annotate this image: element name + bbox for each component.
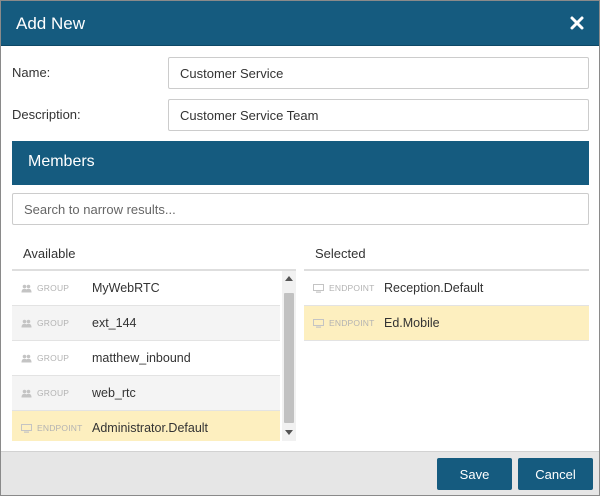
- users-icon: [21, 319, 32, 328]
- close-icon[interactable]: [567, 13, 587, 33]
- add-new-dialog: Add New Name: Description: Members Avail…: [0, 0, 600, 496]
- item-name: ext_144: [92, 316, 137, 330]
- scroll-down-arrow-icon[interactable]: [285, 430, 293, 435]
- item-name: web_rtc: [92, 386, 136, 400]
- list-item[interactable]: ENDPOINT Administrator.Default: [12, 411, 280, 441]
- available-list: GROUP MyWebRTC GROUP ext_144 GROUP matth…: [12, 271, 280, 441]
- item-type: ENDPOINT: [329, 283, 375, 293]
- monitor-icon: [313, 284, 324, 293]
- item-name: Reception.Default: [384, 281, 484, 295]
- list-item[interactable]: ENDPOINT Reception.Default: [304, 271, 589, 306]
- list-item[interactable]: GROUP web_rtc: [12, 376, 280, 411]
- save-button[interactable]: Save: [437, 458, 512, 490]
- monitor-icon: [313, 319, 324, 328]
- item-type: GROUP: [37, 353, 70, 363]
- name-row: Name:: [12, 57, 589, 89]
- description-field[interactable]: [168, 99, 589, 131]
- available-scrollbar[interactable]: [282, 271, 296, 441]
- monitor-icon: [21, 424, 32, 433]
- scroll-thumb[interactable]: [284, 293, 294, 423]
- users-icon: [21, 389, 32, 398]
- selected-list: ENDPOINT Reception.Default ENDPOINT Ed.M…: [304, 271, 589, 391]
- item-name: Ed.Mobile: [384, 316, 440, 330]
- name-field[interactable]: [168, 57, 589, 89]
- scroll-up-arrow-icon[interactable]: [285, 276, 293, 281]
- dialog-title: Add New: [16, 14, 85, 33]
- list-item[interactable]: GROUP ext_144: [12, 306, 280, 341]
- list-item[interactable]: GROUP MyWebRTC: [12, 271, 280, 306]
- item-name: matthew_inbound: [92, 351, 191, 365]
- cancel-button[interactable]: Cancel: [518, 458, 593, 490]
- item-name: Administrator.Default: [92, 421, 209, 435]
- item-name: MyWebRTC: [92, 281, 160, 295]
- name-label: Name:: [12, 65, 51, 80]
- users-icon: [21, 354, 32, 363]
- available-heading: Available: [23, 246, 76, 261]
- users-icon: [21, 284, 32, 293]
- description-row: Description:: [12, 99, 589, 131]
- members-heading: Members: [28, 153, 95, 170]
- item-type: GROUP: [37, 388, 70, 398]
- members-search-input[interactable]: [12, 193, 589, 225]
- description-label: Description:: [12, 107, 81, 122]
- item-type: ENDPOINT: [37, 423, 83, 433]
- dialog-footer: Save Cancel: [1, 451, 599, 495]
- list-item[interactable]: GROUP matthew_inbound: [12, 341, 280, 376]
- list-item[interactable]: ENDPOINT Ed.Mobile: [304, 306, 589, 341]
- item-type: GROUP: [37, 283, 70, 293]
- item-type: GROUP: [37, 318, 70, 328]
- item-type: ENDPOINT: [329, 318, 375, 328]
- members-header: Members: [12, 141, 589, 185]
- selected-heading: Selected: [315, 246, 366, 261]
- dialog-titlebar: Add New: [1, 1, 599, 46]
